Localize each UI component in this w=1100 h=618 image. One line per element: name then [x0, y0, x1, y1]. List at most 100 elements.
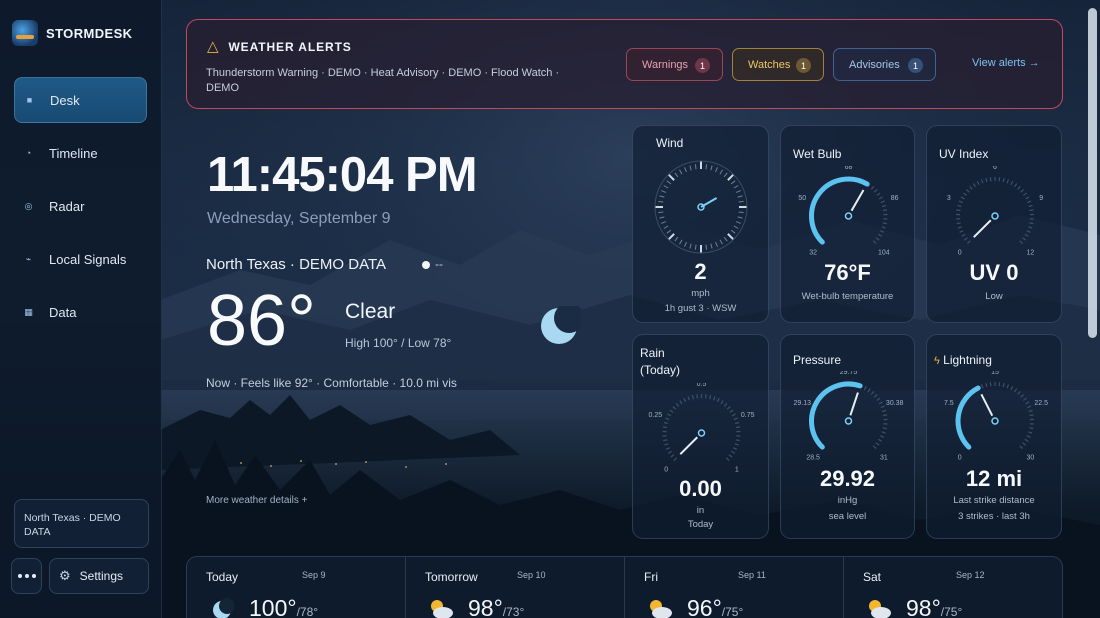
- more-button[interactable]: [11, 558, 42, 594]
- warnings-chip[interactable]: Warnings 1: [626, 48, 723, 81]
- gauge-tick: [980, 384, 984, 389]
- gauge-tick-label: 9: [1039, 195, 1043, 202]
- sun-cloud-icon: [428, 598, 454, 618]
- forecast-day-name: Today: [206, 570, 239, 584]
- gauge-tick: [980, 179, 984, 184]
- high-low: High 100° / Low 78°: [345, 336, 452, 350]
- compass-tick: [658, 200, 664, 203]
- page-scrollbar[interactable]: [1088, 8, 1097, 338]
- stormdesk-logo-icon: [12, 20, 38, 46]
- gauge-tick: [672, 406, 677, 410]
- gauge-tick: [1028, 431, 1033, 434]
- bolt-icon: ϟ: [934, 355, 940, 367]
- gauge-tick: [675, 402, 680, 407]
- watches-chip[interactable]: Watches 1: [732, 48, 824, 81]
- gauge-tick: [964, 237, 968, 241]
- gauge-tick: [713, 396, 716, 401]
- gauge-tick: [958, 200, 963, 204]
- gauge-tick: [1022, 237, 1026, 241]
- forecast-high-value: 98°: [468, 595, 503, 618]
- gauge-tick: [1013, 388, 1018, 393]
- advisories-chip[interactable]: Advisories 1: [833, 48, 936, 81]
- signal-icon: ⌁: [25, 253, 32, 264]
- gauge-tick: [1017, 185, 1021, 190]
- compass-tick: [715, 167, 718, 173]
- gauge-tick: [963, 192, 968, 196]
- lightning-gauge: 0 7.5 15 22.5 30: [944, 371, 1048, 461]
- uv-index-card[interactable]: UV Index 0 3 6 9 12 UV 0 Low: [926, 125, 1062, 323]
- view-alerts-link[interactable]: View alerts →: [972, 57, 1040, 69]
- gauge-tick-label: 30.38: [886, 400, 904, 407]
- compass-tick: [723, 236, 728, 242]
- wind-card[interactable]: Wind 2 mph 1h gust 3 · WSW: [632, 125, 769, 323]
- compass-tick: [705, 164, 708, 170]
- gauge-tick-label: 15: [991, 371, 999, 376]
- compass-tick: [659, 216, 665, 219]
- app-name: STORMDESK: [46, 25, 133, 41]
- gauge-tick: [669, 409, 674, 413]
- sidebar-item-label: Radar: [49, 198, 85, 214]
- forecast-day[interactable]: Tomorrow Sep 10 98°/73°: [406, 557, 624, 618]
- gauge-tick: [731, 450, 736, 454]
- sidebar-item-label: Local Signals: [49, 251, 127, 267]
- gauge-tick: [1024, 438, 1029, 442]
- watches-count: 1: [796, 58, 811, 73]
- gauge-tick: [1028, 204, 1033, 208]
- wet-bulb-title: Wet Bulb: [793, 147, 842, 161]
- lightning-card[interactable]: ϟ Lightning 0 7.5 15 22.5 30 12 mi Last stri…: [926, 334, 1062, 539]
- gauge-tick: [1010, 385, 1014, 391]
- gauge-tick: [683, 397, 687, 403]
- gauge-tick: [1029, 414, 1034, 417]
- gauge-tick: [872, 240, 877, 245]
- gauge-value-arc: [809, 381, 863, 450]
- gauge-tick: [733, 417, 738, 421]
- sidebar-item-radar[interactable]: ◎ Radar: [14, 183, 147, 229]
- pressure-card[interactable]: Pressure 28.5 29.13 29.75 30.38 31 29.92 inH…: [780, 334, 915, 539]
- status-dot-icon: [422, 261, 430, 269]
- compass-tick: [735, 221, 741, 224]
- location-box[interactable]: North Texas · DEMO DATA: [14, 499, 149, 548]
- forecast-low: /75°: [721, 605, 744, 618]
- gauge-tick-label: 68: [845, 166, 853, 171]
- rain-value: 0.00: [679, 476, 722, 501]
- sidebar-item-local-signals[interactable]: ⌁ Local Signals: [14, 236, 147, 282]
- gauge-tick: [735, 426, 741, 429]
- compass-tick: [737, 216, 743, 219]
- gauge-tick-label: 0: [958, 454, 962, 461]
- gauge-tick: [664, 443, 669, 446]
- gauge-tick: [961, 233, 966, 237]
- warnings-count: 1: [695, 58, 710, 73]
- forecast-strip: Today Sep 9 100°/78° Tomorrow Sep 10 98°…: [186, 556, 1063, 618]
- brand[interactable]: STORMDESK: [12, 20, 132, 46]
- forecast-day[interactable]: Fri Sep 11 96°/75°: [625, 557, 843, 618]
- compass-tick: [674, 172, 679, 178]
- sidebar-item-label: Desk: [50, 92, 80, 108]
- wind-note: 1h gust 3 · WSW: [664, 303, 737, 314]
- gauge-tick: [875, 237, 880, 241]
- settings-button[interactable]: ⚙ Settings: [49, 558, 149, 594]
- settings-label: Settings: [79, 569, 124, 583]
- compass-tick: [667, 173, 675, 181]
- rain-card[interactable]: Rain (Today) 0 0.25 0.5 0.75 1 0.00 in Today: [632, 334, 769, 539]
- forecast-day[interactable]: Today Sep 9 100°/78°: [187, 557, 405, 618]
- wet-bulb-card[interactable]: Wet Bulb 32 50 68 86 104 76°F Wet-bulb tempe…: [780, 125, 915, 323]
- forecast-day[interactable]: Sat Sep 12 98°/75°: [844, 557, 1062, 618]
- gauge-tick-label: 0.25: [648, 412, 662, 419]
- gauge-tick: [881, 431, 886, 434]
- gauge-tick: [687, 396, 690, 401]
- gauge-tick: [882, 204, 887, 208]
- sidebar: STORMDESK ■ Desk ◔ Timeline ◎ Radar ⌁ Lo…: [0, 0, 162, 618]
- forecast-day-name: Tomorrow: [425, 570, 478, 584]
- sidebar-item-desk[interactable]: ■ Desk: [14, 77, 147, 123]
- pressure-note: sea level: [828, 511, 867, 522]
- gauge-tick: [1029, 209, 1034, 212]
- sidebar-item-data[interactable]: ▦ Data: [14, 289, 147, 335]
- gauge-tick-label: 32: [809, 249, 817, 256]
- gauge-tick: [731, 413, 736, 417]
- compass-tick: [719, 239, 723, 245]
- gauge-tick: [878, 401, 883, 405]
- gear-icon: ⚙: [59, 568, 71, 583]
- sidebar-item-timeline[interactable]: ◔ Timeline: [14, 130, 147, 176]
- more-weather-details-link[interactable]: More weather details +: [206, 495, 307, 506]
- gauge-tick-label: 50: [798, 195, 806, 202]
